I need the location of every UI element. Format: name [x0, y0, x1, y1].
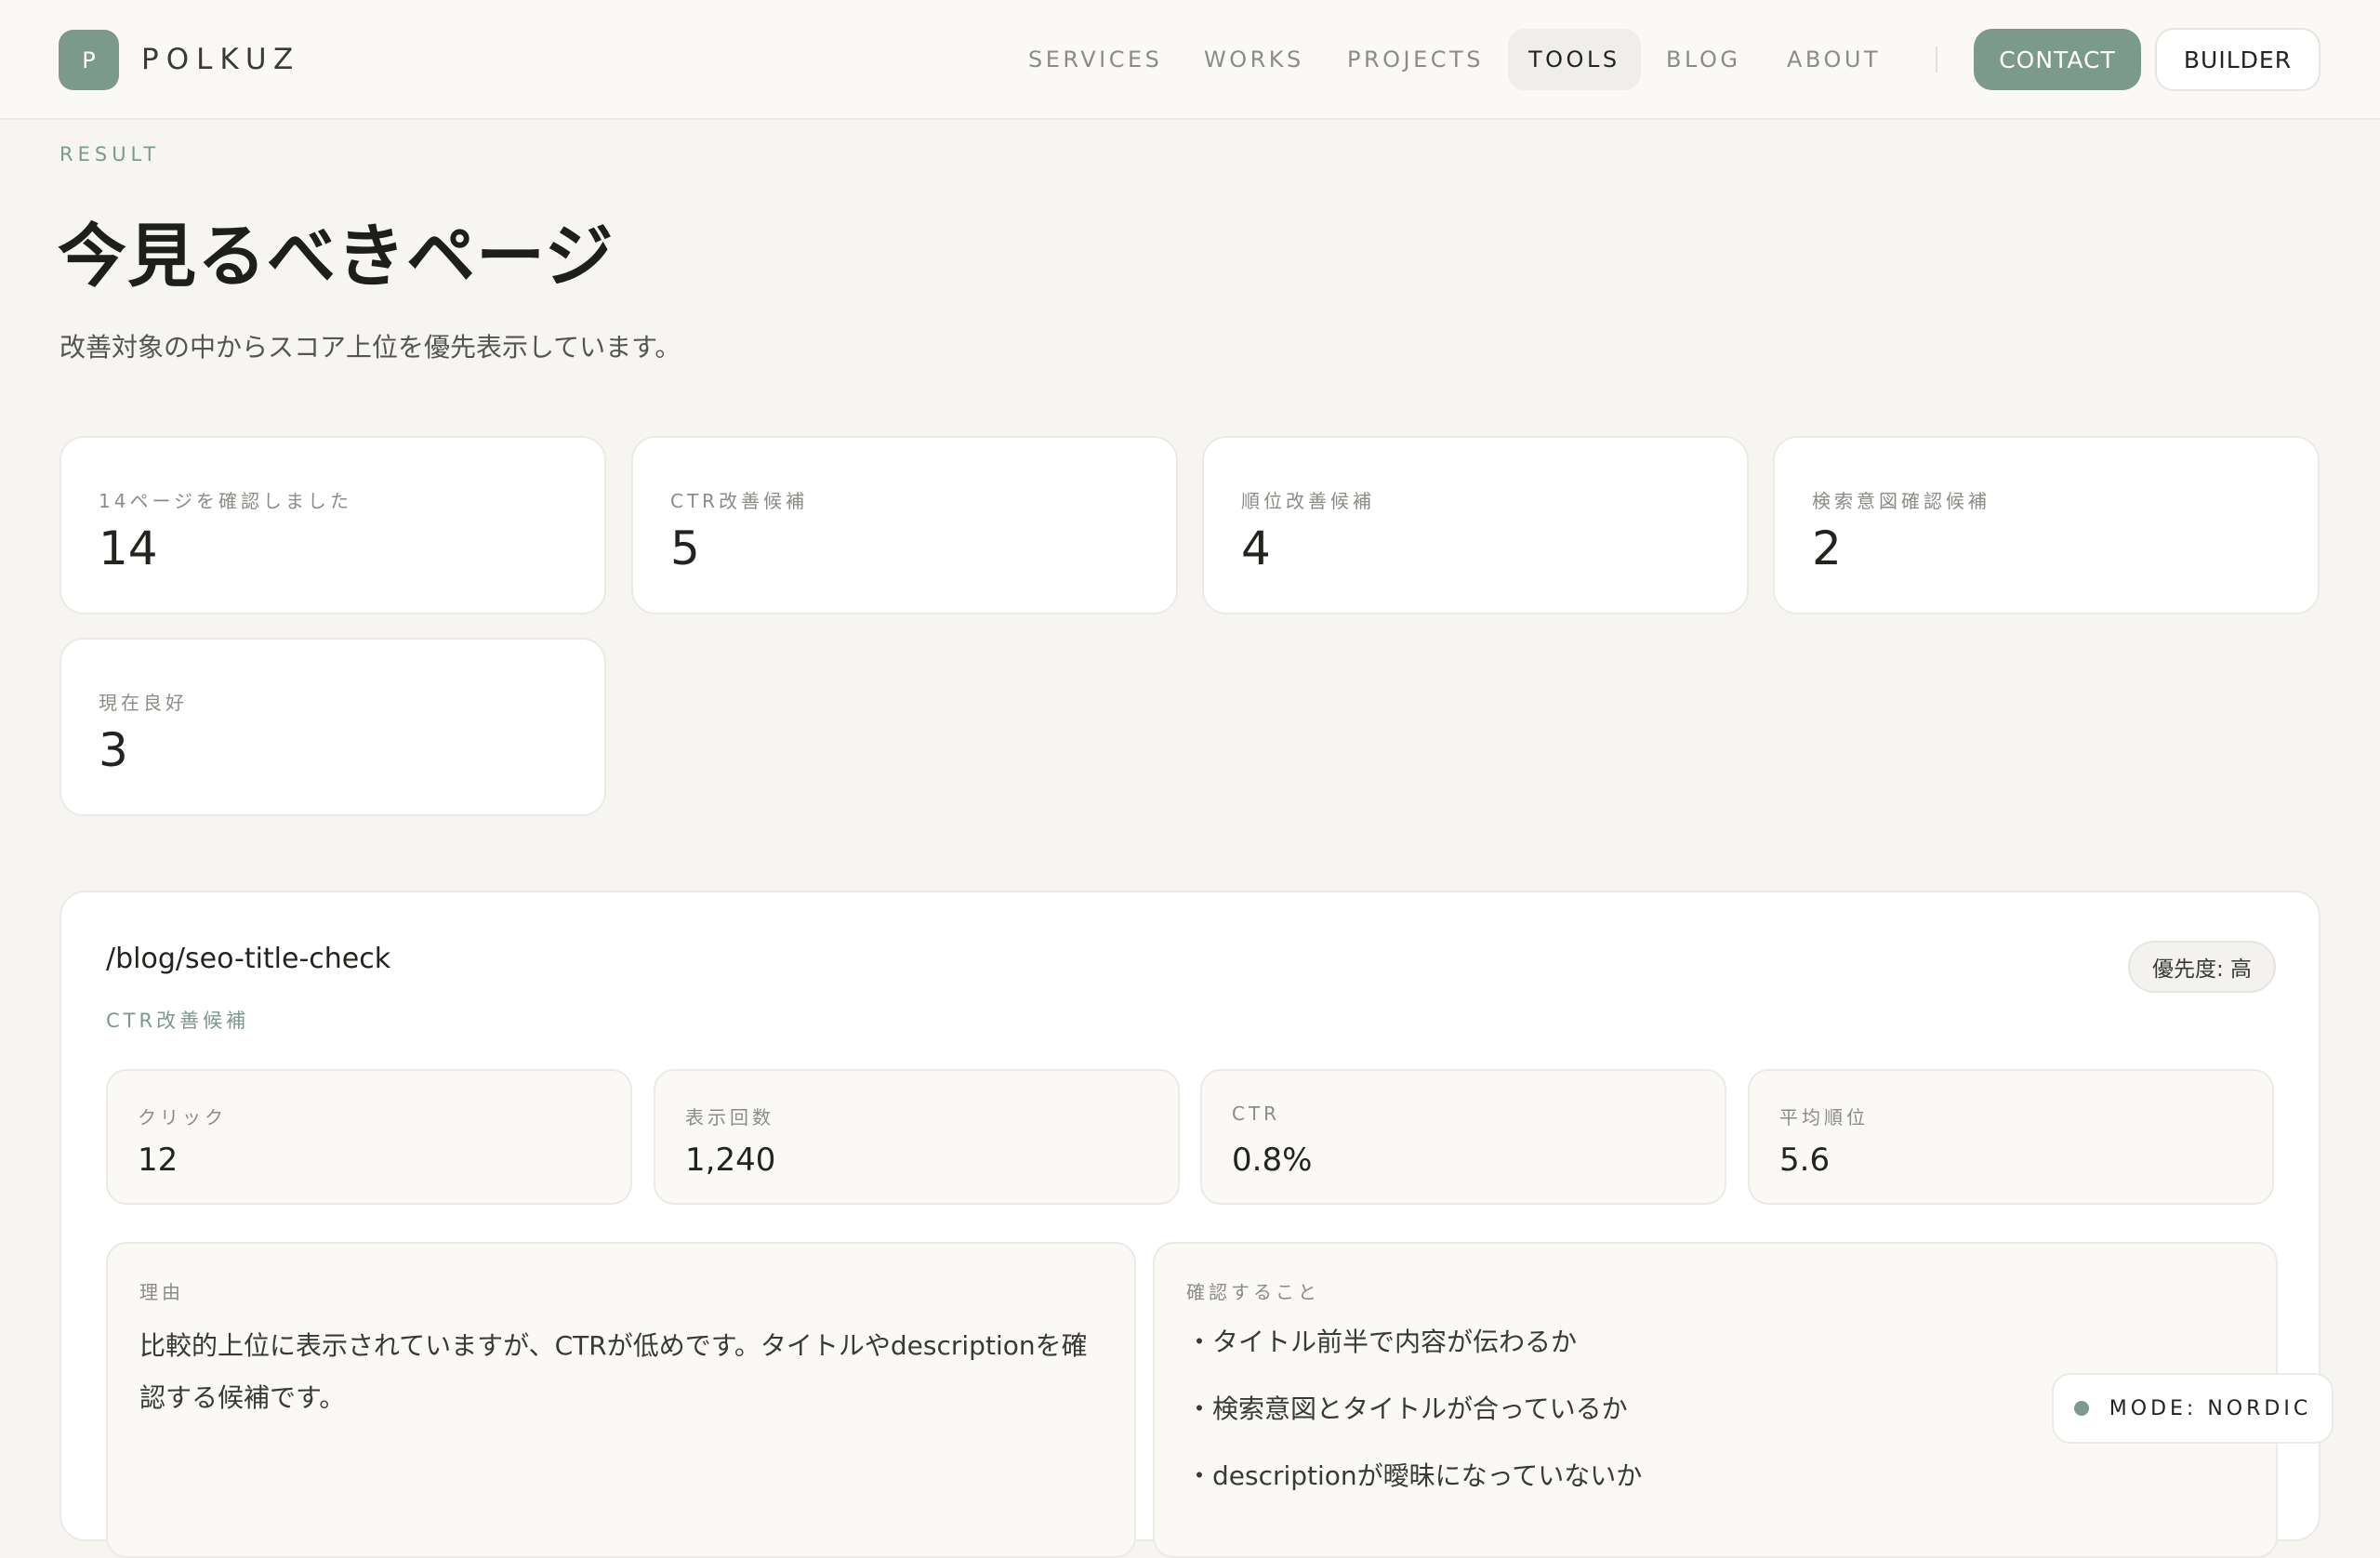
nav-services[interactable]: SERVICES [1028, 29, 1162, 90]
stat-card-rank: 順位改善候補 4 [1202, 436, 1749, 614]
metric-clicks: クリック 12 [106, 1069, 632, 1205]
brand-name[interactable]: POLKUZ [141, 43, 300, 76]
stat-label: 順位改善候補 [1241, 490, 1375, 512]
checklist-item: ・descriptionが曖昧になっていないか [1186, 1460, 1643, 1491]
checklist-item: ・検索意図とタイトルが合っているか [1186, 1393, 1628, 1424]
metric-value: 0.8% [1232, 1142, 1313, 1179]
nav-tools[interactable]: TOOLS [1508, 29, 1641, 90]
checklist-label: 確認すること [1186, 1281, 1320, 1303]
stat-card-intent: 検索意図確認候補 2 [1773, 436, 2320, 614]
mode-label: MODE: NORDIC [2109, 1396, 2312, 1420]
page-category: CTR改善候補 [106, 1010, 250, 1032]
section-eyebrow: RESULT [60, 143, 161, 165]
stat-value: 3 [99, 723, 128, 777]
stat-card-checked: 14ページを確認しました 14 [60, 436, 606, 614]
stat-value: 4 [1241, 522, 1271, 575]
stat-label: 14ページを確認しました [99, 490, 353, 512]
contact-button[interactable]: CONTACT [1974, 29, 2141, 90]
nav-projects[interactable]: PROJECTS [1347, 29, 1484, 90]
mode-status-dot-icon [2073, 1401, 2089, 1416]
site-header: P POLKUZ SERVICES WORKS PROJECTS TOOLS B… [0, 0, 2380, 120]
stat-value: 2 [1812, 522, 1842, 575]
page-detail-card: /blog/seo-title-check CTR改善候補 優先度: 高 クリッ… [60, 891, 2320, 1558]
metric-value: 12 [138, 1142, 178, 1179]
stat-label: CTR改善候補 [670, 490, 809, 512]
metric-label: 表示回数 [685, 1106, 774, 1129]
nav-divider [1936, 46, 1937, 73]
mode-toggle[interactable]: MODE: NORDIC [2052, 1373, 2334, 1444]
priority-badge: 優先度: 高 [2127, 941, 2276, 993]
reason-label: 理由 [139, 1281, 184, 1303]
page-subtitle: 改善対象の中からスコア上位を優先表示しています。 [60, 332, 681, 363]
metric-label: CTR [1232, 1102, 1281, 1125]
logo-badge[interactable]: P [59, 30, 119, 90]
metric-impressions: 表示回数 1,240 [654, 1069, 1180, 1205]
metric-value: 1,240 [685, 1142, 776, 1179]
page-title: 今見るべきページ [58, 217, 615, 297]
metric-ctr: CTR 0.8% [1200, 1069, 1726, 1205]
metric-label: クリック [138, 1106, 227, 1129]
nav-blog[interactable]: BLOG [1666, 29, 1740, 90]
reason-text: 比較的上位に表示されていますが、CTRが低めです。タイトルやdescriptio… [139, 1330, 1088, 1413]
stat-value: 5 [670, 522, 700, 575]
page-path[interactable]: /blog/seo-title-check [106, 943, 390, 975]
checklist-item: ・タイトル前半で内容が伝わるか [1186, 1327, 1578, 1357]
nav-about[interactable]: ABOUT [1787, 29, 1881, 90]
reason-panel: 理由 比較的上位に表示されていますが、CTRが低めです。タイトルやdescrip… [106, 1242, 1136, 1558]
nav-works[interactable]: WORKS [1204, 29, 1304, 90]
stat-label: 検索意図確認候補 [1812, 490, 1990, 512]
builder-button[interactable]: BUILDER [2155, 28, 2320, 91]
stat-card-good: 現在良好 3 [60, 638, 606, 816]
metric-avg-position: 平均順位 5.6 [1748, 1069, 2274, 1205]
stat-label: 現在良好 [99, 692, 188, 714]
metric-value: 5.6 [1779, 1142, 1831, 1179]
stat-value: 14 [99, 522, 158, 575]
metric-label: 平均順位 [1779, 1106, 1869, 1129]
stat-card-ctr: CTR改善候補 5 [631, 436, 1178, 614]
